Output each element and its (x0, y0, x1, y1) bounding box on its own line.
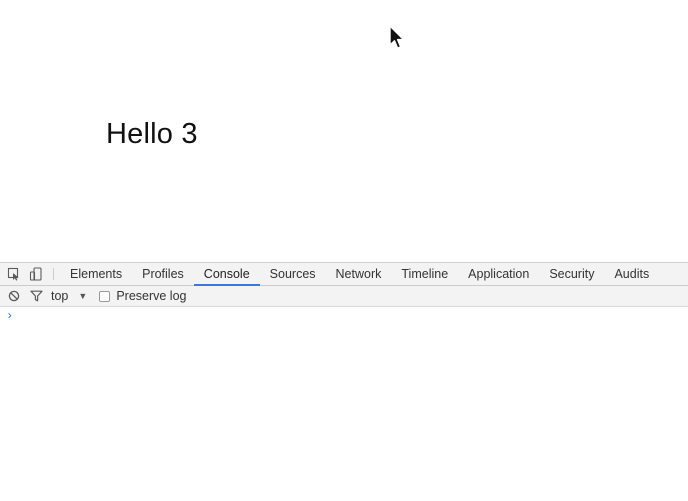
tab-application[interactable]: Application (458, 263, 539, 285)
preserve-log-checkbox[interactable] (99, 290, 111, 302)
devtools-tabbar: Elements Profiles Console Sources Networ… (0, 263, 688, 286)
devtools-panel: Elements Profiles Console Sources Networ… (0, 262, 688, 501)
dropdown-arrow-icon: ▼ (78, 291, 88, 301)
inspect-element-icon[interactable] (3, 263, 25, 285)
console-prompt-icon: › (6, 309, 14, 323)
mouse-pointer-icon (389, 25, 405, 49)
tab-audits[interactable]: Audits (604, 263, 659, 285)
tab-elements[interactable]: Elements (60, 263, 132, 285)
tab-network[interactable]: Network (326, 263, 392, 285)
console-toolbar: top ▼ Preserve log (0, 286, 688, 307)
page-heading: Hello 3 (106, 118, 198, 150)
tab-timeline[interactable]: Timeline (391, 263, 458, 285)
page-viewport: Hello 3 (0, 0, 688, 263)
filter-icon[interactable] (25, 286, 47, 306)
device-mode-icon[interactable] (25, 263, 47, 285)
tab-profiles[interactable]: Profiles (132, 263, 194, 285)
preserve-log-label: Preserve log (116, 289, 187, 303)
tab-sources[interactable]: Sources (260, 263, 326, 285)
tab-console[interactable]: Console (193, 263, 260, 286)
tab-security[interactable]: Security (539, 263, 604, 285)
context-selector[interactable]: top ▼ (51, 289, 87, 303)
clear-console-icon[interactable] (3, 286, 25, 306)
toolbar-divider (53, 268, 54, 280)
console-output[interactable]: › (0, 307, 688, 497)
preserve-log-option[interactable]: Preserve log (99, 289, 187, 303)
context-selector-value: top (51, 289, 69, 303)
